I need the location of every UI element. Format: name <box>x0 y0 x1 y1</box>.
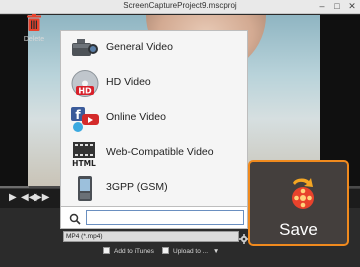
format-search-row <box>60 207 248 229</box>
add-to-itunes-checkbox[interactable] <box>103 247 110 254</box>
menu-item-label: Web-Compatible Video <box>106 146 214 158</box>
html-film-icon: HTML <box>69 139 101 168</box>
play-icon[interactable]: ▶ <box>9 192 17 204</box>
menu-item-online-video[interactable]: f Online Video <box>61 101 247 136</box>
add-to-itunes-option[interactable]: Add to iTunes <box>103 247 154 257</box>
svg-text:f: f <box>75 108 81 122</box>
add-to-itunes-label: Add to iTunes <box>114 248 154 255</box>
format-search-input[interactable] <box>86 210 244 225</box>
menu-item-label: HD Video <box>106 76 151 88</box>
social-media-icon: f <box>69 104 101 133</box>
title-bar: ScreenCaptureProject9.mscproj – □ ✕ <box>0 0 360 14</box>
menu-item-hd-video[interactable]: HD HD Video <box>61 66 247 101</box>
menu-item-label: 3GPP (GSM) <box>106 181 168 193</box>
save-label: Save <box>279 220 318 239</box>
search-icon <box>69 212 81 225</box>
svg-text:HD: HD <box>78 87 92 96</box>
upload-to-label: Upload to ... <box>173 248 209 255</box>
close-button[interactable]: ✕ <box>346 1 358 12</box>
menu-item-label: Online Video <box>106 111 166 123</box>
minimize-button[interactable]: – <box>316 1 328 12</box>
trash-icon <box>27 14 41 31</box>
menu-item-web-compatible-video[interactable]: HTML Web-Compatible Video <box>61 136 247 171</box>
svg-text:HTML: HTML <box>72 159 96 168</box>
format-menu: General Video HD HD Video f Online Video <box>60 30 248 207</box>
delete-button[interactable]: Delete <box>17 14 51 54</box>
upload-to-option[interactable]: Upload to ... ▼ <box>162 247 219 257</box>
camcorder-icon <box>69 34 101 63</box>
delete-label: Delete <box>23 36 45 43</box>
menu-item-general-video[interactable]: General Video <box>61 31 247 66</box>
upload-to-checkbox[interactable] <box>162 247 169 254</box>
mobile-phone-icon <box>69 174 101 203</box>
menu-item-3gpp-gsm[interactable]: 3GPP (GSM) <box>61 171 247 206</box>
fast-forward-icon[interactable]: ▶▶ <box>34 192 49 204</box>
menu-item-label: General Video <box>106 41 173 53</box>
film-reel-arrow-icon <box>283 175 319 211</box>
save-button[interactable]: Save <box>248 160 349 246</box>
window-title: ScreenCaptureProject9.mscproj <box>123 1 237 10</box>
output-format-select[interactable]: MP4 (*.mp4) <box>63 231 239 242</box>
maximize-button[interactable]: □ <box>331 1 343 12</box>
hd-disc-icon: HD <box>69 69 101 98</box>
chevron-down-icon[interactable]: ▼ <box>213 248 219 255</box>
